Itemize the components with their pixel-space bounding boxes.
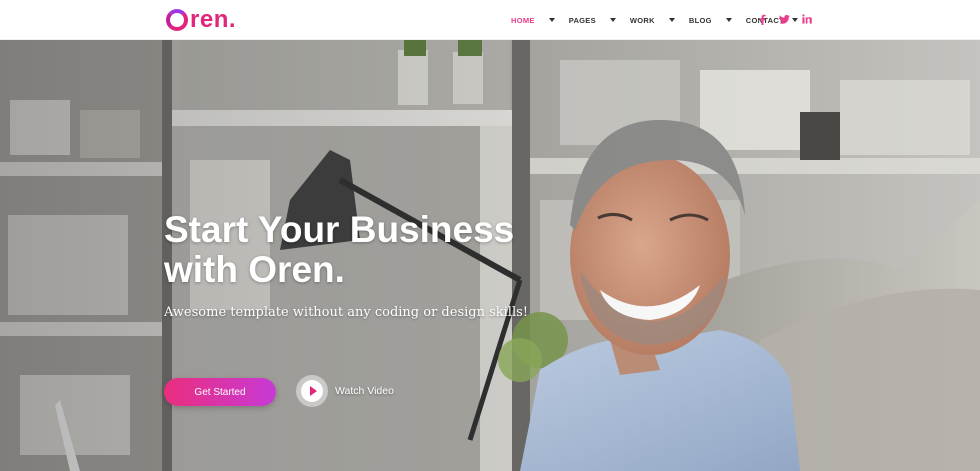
caret-down-icon[interactable] (548, 18, 555, 22)
hero-subtitle: Awesome template without any coding or d… (164, 305, 529, 320)
watch-video-button[interactable]: Watch Video (296, 375, 394, 407)
logo[interactable]: ren. (166, 5, 236, 35)
hero-title: Start Your Business with Oren. (164, 210, 584, 290)
nav-item-blog[interactable]: BLOG (689, 16, 746, 25)
play-triangle-icon (309, 386, 317, 396)
nav-item-label: BLOG (688, 15, 712, 25)
play-inner (301, 380, 323, 402)
caret-down-icon[interactable] (791, 18, 798, 22)
nav-item-label: PAGES (568, 15, 596, 25)
hero-section: Start Your Business with Oren. Awesome t… (0, 40, 980, 471)
nav-item-work[interactable]: WORK (630, 16, 689, 25)
caret-down-icon[interactable] (668, 18, 675, 22)
nav-item-pages[interactable]: PAGES (569, 16, 630, 25)
caret-down-icon[interactable] (725, 18, 732, 22)
hero-title-line2: with Oren. (164, 249, 345, 290)
play-button-icon[interactable] (296, 375, 328, 407)
logo-text: ren. (190, 6, 237, 33)
logo-ring-icon (166, 9, 188, 31)
get-started-button[interactable]: Get Started (164, 378, 276, 406)
caret-down-icon[interactable] (609, 18, 616, 22)
facebook-icon[interactable] (755, 12, 769, 26)
nav-item-label: WORK (629, 15, 655, 25)
watch-video-label: Watch Video (335, 385, 394, 397)
twitter-icon[interactable] (777, 12, 791, 26)
top-navbar: ren. HOME PAGES WORK BLOG CONTACT (0, 0, 980, 40)
nav-item-label: HOME (511, 15, 535, 25)
hero-title-line1: Start Your Business (164, 209, 515, 250)
linkedin-icon[interactable] (800, 12, 814, 26)
nav-item-home[interactable]: HOME (511, 16, 569, 25)
